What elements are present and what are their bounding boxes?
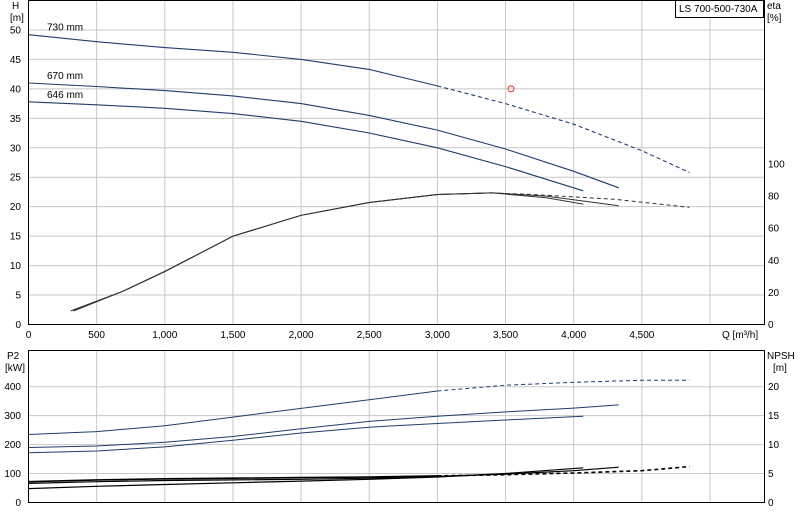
top-y-tick-label: 15 xyxy=(10,232,22,243)
efficiency-curve-3-line xyxy=(73,192,584,312)
top-y-tick-label: 0 xyxy=(15,320,21,331)
power-curve-3-line xyxy=(28,415,584,454)
impeller-diameter-label: 670 mm xyxy=(47,71,83,82)
chart-title: LS 700-500-730A xyxy=(679,4,758,15)
x-tick-label: 3,000 xyxy=(425,330,450,341)
top-plot-frame xyxy=(28,0,765,325)
bottom-y-tick-label: 200 xyxy=(4,440,21,451)
x-tick-label: 4,000 xyxy=(561,330,586,341)
bottom-y2-tick-label: 15 xyxy=(768,411,780,422)
bottom-y-axis-label-line1: P2 xyxy=(7,351,20,362)
top-y2-tick-label: 40 xyxy=(768,256,780,267)
bottom-y-tick-label: 300 xyxy=(4,411,21,422)
efficiency-curve-2-line xyxy=(70,192,619,312)
top-y2-tick-label: 0 xyxy=(768,320,774,331)
top-y-tick-label: 35 xyxy=(10,114,22,125)
top-y2-axis-label-line1: eta xyxy=(767,1,781,12)
top-y-tick-label: 40 xyxy=(10,84,22,95)
x-tick-label: 500 xyxy=(88,330,105,341)
top-y-axis-label-line2: [m] xyxy=(10,13,24,24)
pump-performance-chart: 730 mm670 mm646 mm 0 500 1,000 1,500 2,000 2,… xyxy=(4,0,795,509)
top-y2-tick-label: 80 xyxy=(768,192,780,203)
top-y-tick-label: 25 xyxy=(10,173,22,184)
head-curve-1-line-extension xyxy=(437,85,690,174)
bottom-y2-tick-label: 20 xyxy=(768,382,780,393)
top-y-tick-label: 10 xyxy=(10,261,22,272)
top-y2-tick-label: 20 xyxy=(768,288,780,299)
top-y-tick-label: 30 xyxy=(10,143,22,154)
top-y2-tick-label: 60 xyxy=(768,224,780,235)
power-curve-2-line xyxy=(28,404,619,448)
x-tick-label: 2,500 xyxy=(357,330,382,341)
bottom-chart-curves xyxy=(28,379,690,490)
efficiency-curve-1-line xyxy=(73,192,492,312)
top-y-axis-label-line1: H xyxy=(12,1,19,12)
bottom-y2-tick-label: 5 xyxy=(768,469,774,480)
x-tick-label: 2,000 xyxy=(289,330,314,341)
bottom-y2-tick-label: 10 xyxy=(768,440,780,451)
x-tick-label: 0 xyxy=(26,330,32,341)
head-curve-2-line xyxy=(28,82,619,189)
bottom-chart-tick-labels: 0 100 200 300 400 0 5 10 15 20 xyxy=(4,382,779,509)
bottom-y2-tick-label: 0 xyxy=(768,498,774,509)
top-y2-axis-label-line2: [%] xyxy=(767,13,782,24)
x-tick-label: 4,500 xyxy=(629,330,654,341)
top-chart-curves: 730 mm 670 mm 646 mm xyxy=(28,23,690,312)
top-y2-tick-label: 100 xyxy=(768,159,785,170)
top-y-tick-label: 5 xyxy=(15,291,21,302)
bottom-y2-axis-label-line1: NPSH xyxy=(767,351,795,362)
x-axis-label: Q [m³/h] xyxy=(722,330,758,341)
top-y-tick-label: 45 xyxy=(10,55,22,66)
impeller-diameter-label: 730 mm xyxy=(47,23,83,34)
bottom-y-tick-label: 100 xyxy=(4,469,21,480)
bottom-y2-axis-label-line2: [m] xyxy=(773,363,787,374)
top-chart-grid xyxy=(28,0,765,325)
x-tick-label: 1,000 xyxy=(152,330,177,341)
bottom-y-tick-label: 0 xyxy=(15,498,21,509)
top-chart-tick-labels: 0 500 1,000 1,500 2,000 2,500 3,000 3,500 4,000 4… xyxy=(10,25,785,341)
top-y-tick-label: 20 xyxy=(10,202,22,213)
impeller-diameter-label: 646 mm xyxy=(47,90,83,101)
x-tick-label: 1,500 xyxy=(220,330,245,341)
bottom-y-axis-label-line2: [kW] xyxy=(5,363,25,374)
top-y-tick-label: 50 xyxy=(10,25,22,36)
bottom-y-tick-label: 400 xyxy=(4,382,21,393)
power-curve-1-line-extension xyxy=(437,379,690,392)
x-tick-label: 3,500 xyxy=(493,330,518,341)
